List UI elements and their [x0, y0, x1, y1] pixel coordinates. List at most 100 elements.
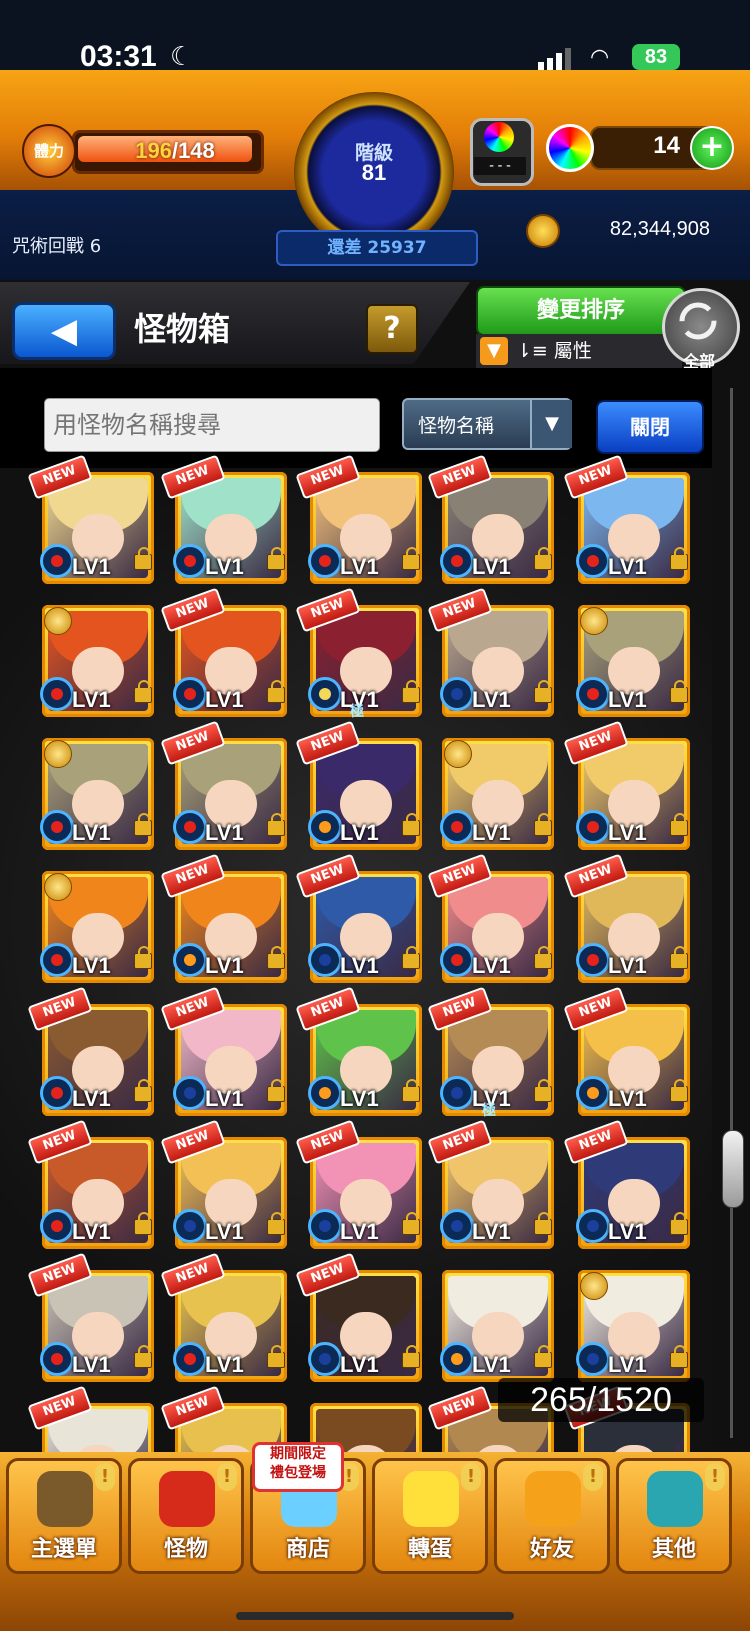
scrollbar-track[interactable]: [730, 388, 733, 1438]
monster-level: LV1: [608, 1219, 647, 1244]
monster-card[interactable]: LV1NEW: [427, 853, 554, 983]
lock-icon[interactable]: [402, 1345, 420, 1368]
monster-card[interactable]: LV1NEW: [563, 454, 690, 584]
water-element-icon: [440, 1209, 474, 1243]
alert-icon: !: [705, 1463, 725, 1491]
add-orb-button[interactable]: +: [690, 126, 734, 170]
monster-card[interactable]: LV1NEW: [27, 1119, 154, 1249]
lock-icon[interactable]: [534, 547, 552, 570]
rank-value: 81: [361, 160, 387, 185]
nav-icon: [159, 1471, 215, 1527]
lock-icon[interactable]: [402, 813, 420, 836]
element-dot: [587, 1353, 599, 1365]
monster-card[interactable]: LV1: [440, 1270, 554, 1382]
monster-card[interactable]: LV1NEW: [295, 454, 422, 584]
monster-card[interactable]: LV1: [40, 738, 154, 850]
lock-icon[interactable]: [670, 1345, 688, 1368]
monster-card[interactable]: LV1NEW: [160, 1119, 287, 1249]
monster-card[interactable]: LV1NEW: [427, 587, 554, 717]
lock-icon[interactable]: [267, 813, 285, 836]
nav-button[interactable]: 怪物!: [128, 1458, 244, 1574]
lock-icon[interactable]: [402, 946, 420, 969]
monster-card[interactable]: LV1 極 NEW: [427, 986, 554, 1119]
monster-card[interactable]: LV1: [40, 605, 154, 717]
lock-icon[interactable]: [670, 547, 688, 570]
lock-icon[interactable]: [534, 1079, 552, 1102]
lock-icon[interactable]: [670, 1212, 688, 1235]
nav-button[interactable]: 主選單!: [6, 1458, 122, 1574]
nav-button[interactable]: 轉蛋!: [372, 1458, 488, 1574]
lock-icon[interactable]: [402, 680, 420, 703]
monster-level: LV1: [72, 1219, 111, 1244]
lock-icon[interactable]: [134, 1212, 152, 1235]
monster-card[interactable]: LV1NEW: [563, 1119, 690, 1249]
monster-card[interactable]: LV1NEW: [295, 853, 422, 983]
monster-card[interactable]: LV1NEW: [295, 720, 422, 850]
monster-card[interactable]: LV1: [576, 605, 690, 717]
monster-card[interactable]: LV1NEW: [27, 454, 154, 584]
monster-card[interactable]: LV1: [440, 738, 554, 850]
home-indicator[interactable]: [236, 1612, 514, 1620]
lock-icon[interactable]: [134, 680, 152, 703]
lock-icon[interactable]: [267, 680, 285, 703]
monster-card[interactable]: LV1NEW: [427, 1119, 554, 1249]
monster-card[interactable]: LV1: [576, 1270, 690, 1382]
lock-icon[interactable]: [134, 547, 152, 570]
shop-banner-line2: 禮包登場: [270, 1465, 326, 1481]
lock-icon[interactable]: [534, 1212, 552, 1235]
lock-icon[interactable]: [267, 946, 285, 969]
lock-icon[interactable]: [670, 1079, 688, 1102]
monster-card[interactable]: LV1: [40, 871, 154, 983]
monster-card[interactable]: LV1NEW: [295, 1252, 422, 1382]
chevron-down-icon[interactable]: ▼: [530, 400, 572, 448]
lock-icon[interactable]: [670, 813, 688, 836]
monster-level: LV1: [205, 953, 244, 978]
close-search-button[interactable]: 關閉: [596, 400, 704, 454]
lock-icon[interactable]: [402, 1079, 420, 1102]
lock-icon[interactable]: [267, 1345, 285, 1368]
monster-card[interactable]: LV1NEW: [160, 853, 287, 983]
help-button[interactable]: ?: [366, 304, 418, 354]
monster-card[interactable]: LV1NEW: [27, 1252, 154, 1382]
monster-card[interactable]: LV1NEW: [160, 986, 287, 1116]
medal-icon: [580, 1272, 608, 1300]
lock-icon[interactable]: [134, 1079, 152, 1102]
lock-icon[interactable]: [534, 680, 552, 703]
monster-card[interactable]: LV1NEW: [160, 1252, 287, 1382]
lock-icon[interactable]: [134, 1345, 152, 1368]
lock-icon[interactable]: [267, 1212, 285, 1235]
monster-card[interactable]: LV1NEW: [160, 587, 287, 717]
lock-icon[interactable]: [670, 946, 688, 969]
monster-card[interactable]: LV1NEW: [563, 853, 690, 983]
monster-card[interactable]: LV1NEW: [160, 454, 287, 584]
nav-button[interactable]: 好友!: [494, 1458, 610, 1574]
element-dot: [51, 821, 63, 833]
monster-card[interactable]: LV1NEW: [295, 1119, 422, 1249]
lock-icon[interactable]: [402, 547, 420, 570]
lock-icon[interactable]: [134, 946, 152, 969]
monster-search-input[interactable]: [44, 398, 380, 452]
lock-icon[interactable]: [267, 547, 285, 570]
monster-card[interactable]: LV1NEW: [563, 986, 690, 1116]
lock-icon[interactable]: [534, 946, 552, 969]
scrollbar-thumb[interactable]: [722, 1130, 744, 1208]
monster-card[interactable]: LV1NEW: [563, 720, 690, 850]
monster-card[interactable]: LV1NEW: [27, 986, 154, 1116]
filter-icon[interactable]: ▼: [480, 337, 508, 365]
lock-icon[interactable]: [402, 1212, 420, 1235]
lock-icon[interactable]: [534, 813, 552, 836]
monster-card[interactable]: LV1NEW: [295, 986, 422, 1116]
monster-card[interactable]: LV1 極 NEW: [295, 587, 422, 720]
element-dot: [319, 954, 331, 966]
monster-card[interactable]: LV1NEW: [160, 720, 287, 850]
lock-icon[interactable]: [134, 813, 152, 836]
lock-icon[interactable]: [670, 680, 688, 703]
nav-button[interactable]: 其他!: [616, 1458, 732, 1574]
lock-icon[interactable]: [267, 1079, 285, 1102]
lock-icon[interactable]: [534, 1345, 552, 1368]
element-dot: [587, 1087, 599, 1099]
change-sort-button[interactable]: 變更排序: [476, 286, 686, 336]
back-button[interactable]: ◀: [12, 302, 116, 360]
monster-card[interactable]: LV1NEW: [427, 454, 554, 584]
quest-label[interactable]: 咒術回戰 6: [12, 232, 101, 258]
